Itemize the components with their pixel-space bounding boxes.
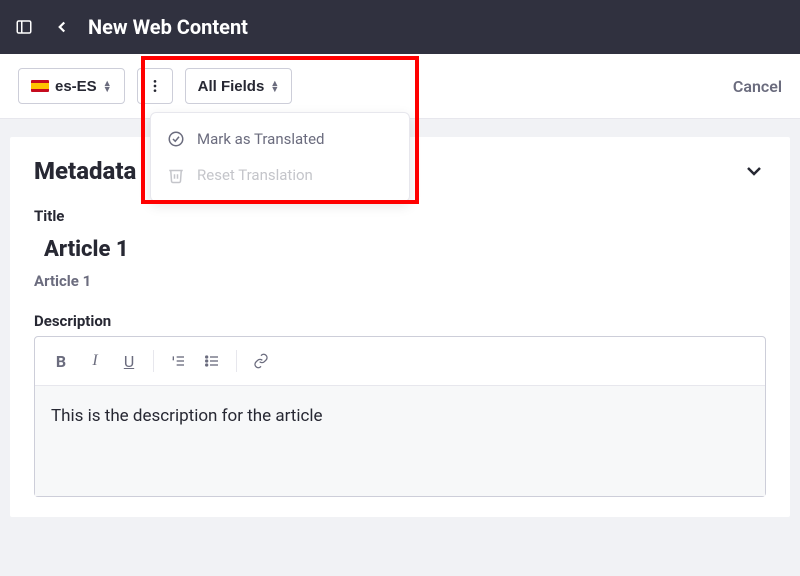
- italic-button[interactable]: I: [79, 345, 111, 377]
- bold-button[interactable]: B: [45, 345, 77, 377]
- sort-icon: ▲▼: [103, 80, 112, 92]
- mark-translated-item[interactable]: Mark as Translated: [151, 121, 409, 157]
- filter-label: All Fields: [198, 78, 265, 95]
- kebab-icon: [147, 78, 163, 94]
- unordered-list-button[interactable]: [196, 345, 228, 377]
- section-title: Metadata: [34, 157, 136, 185]
- check-circle-icon: [167, 130, 185, 148]
- title-field-label: Title: [34, 207, 766, 225]
- sort-icon: ▲▼: [270, 80, 279, 92]
- ordered-list-icon: [170, 353, 186, 369]
- reset-translation-label: Reset Translation: [197, 166, 313, 184]
- locale-selector[interactable]: es-ES ▲▼: [18, 68, 125, 104]
- toolbar-divider: [153, 350, 154, 372]
- more-actions-button[interactable]: [137, 68, 173, 104]
- toolbar-divider: [236, 350, 237, 372]
- reset-translation-item: Reset Translation: [151, 157, 409, 193]
- underline-button[interactable]: U: [113, 345, 145, 377]
- flag-es-icon: [31, 80, 49, 92]
- actions-dropdown: Mark as Translated Reset Translation: [150, 112, 410, 202]
- ordered-list-button[interactable]: [162, 345, 194, 377]
- unordered-list-icon: [204, 353, 220, 369]
- link-icon: [253, 353, 269, 369]
- collapse-toggle[interactable]: [742, 159, 766, 183]
- title-input[interactable]: Article 1: [34, 231, 766, 268]
- link-button[interactable]: [245, 345, 277, 377]
- chevron-down-icon: [742, 159, 766, 183]
- description-textarea[interactable]: This is the description for the article: [35, 386, 765, 496]
- rich-text-editor: B I U This is the description for the ar…: [34, 336, 766, 497]
- panel-toggle-icon[interactable]: [12, 15, 36, 39]
- trash-icon: [167, 166, 185, 184]
- cancel-button[interactable]: Cancel: [733, 77, 782, 96]
- locale-label: es-ES: [55, 78, 97, 95]
- description-field-label: Description: [34, 312, 766, 330]
- title-reference: Article 1: [34, 272, 766, 290]
- fields-filter-button[interactable]: All Fields ▲▼: [185, 68, 293, 104]
- page-title: New Web Content: [88, 15, 248, 39]
- rte-toolbar: B I U: [35, 337, 765, 386]
- back-icon[interactable]: [50, 15, 74, 39]
- mark-translated-label: Mark as Translated: [197, 130, 325, 148]
